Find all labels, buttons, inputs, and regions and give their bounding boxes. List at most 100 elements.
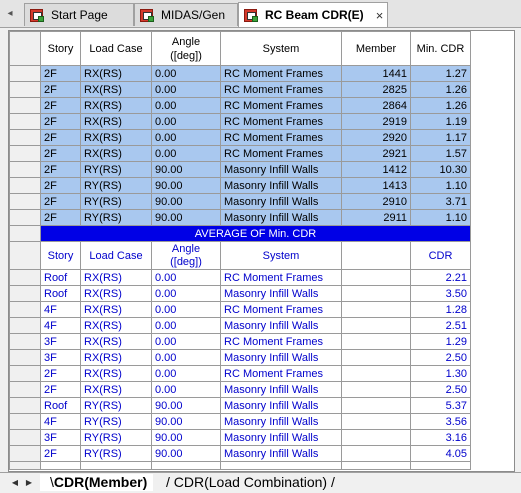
cell-system[interactable]: RC Moment Frames bbox=[220, 129, 342, 146]
column-header-min-cdr[interactable]: Min. CDR bbox=[410, 31, 471, 66]
row-header[interactable] bbox=[9, 285, 41, 302]
table-row[interactable]: 2F RY(RS) 90.00 Masonry Infill Walls 4.05 bbox=[9, 445, 471, 462]
cell-story[interactable]: 2F bbox=[40, 97, 81, 114]
close-icon[interactable]: × bbox=[376, 8, 384, 23]
cell-system[interactable]: RC Moment Frames bbox=[220, 65, 342, 82]
tab-rc-beam-cdr[interactable]: RC Beam CDR(E) × bbox=[238, 2, 388, 27]
cell-member[interactable]: 1413 bbox=[341, 177, 411, 194]
cell-system[interactable]: RC Moment Frames bbox=[220, 301, 342, 318]
cell-cdr[interactable]: 1.19 bbox=[410, 113, 471, 130]
cell-load-case[interactable]: RX(RS) bbox=[80, 145, 152, 162]
cell-load-case[interactable]: RY(RS) bbox=[80, 445, 152, 462]
cell-cdr[interactable]: 1.27 bbox=[410, 65, 471, 82]
cell-member[interactable]: 2864 bbox=[341, 97, 411, 114]
cell-angle[interactable]: 90.00 bbox=[151, 161, 221, 178]
cell-member[interactable] bbox=[341, 365, 411, 382]
row-header[interactable] bbox=[9, 301, 41, 318]
cell-angle[interactable]: 90.00 bbox=[151, 413, 221, 430]
cell-member[interactable] bbox=[341, 285, 411, 302]
table-row[interactable]: 2F RY(RS) 90.00 Masonry Infill Walls 2910 3.7… bbox=[9, 193, 471, 210]
row-header[interactable] bbox=[9, 365, 41, 382]
cell-load-case[interactable]: RY(RS) bbox=[80, 177, 152, 194]
cell-load-case[interactable]: RY(RS) bbox=[80, 193, 152, 210]
cell-system[interactable]: RC Moment Frames bbox=[220, 145, 342, 162]
cell-cdr[interactable]: 10.30 bbox=[410, 161, 471, 178]
cell-member[interactable] bbox=[341, 349, 411, 366]
cell-cdr[interactable]: 1.28 bbox=[410, 301, 471, 318]
cell-cdr[interactable]: 3.50 bbox=[410, 285, 471, 302]
row-header[interactable] bbox=[9, 241, 41, 270]
cell-story[interactable]: 2F bbox=[40, 177, 81, 194]
cell-member[interactable] bbox=[341, 381, 411, 398]
cell-cdr[interactable]: 1.10 bbox=[410, 209, 471, 226]
corner-cell[interactable] bbox=[9, 31, 41, 66]
row-header[interactable] bbox=[9, 129, 41, 146]
cell-angle[interactable]: 0.00 bbox=[151, 113, 221, 130]
cell-cdr[interactable]: 2.21 bbox=[410, 269, 471, 286]
row-header[interactable] bbox=[9, 269, 41, 286]
cell-member[interactable]: 2919 bbox=[341, 113, 411, 130]
cell-member[interactable] bbox=[341, 269, 411, 286]
cell-angle[interactable]: 0.00 bbox=[151, 365, 221, 382]
cell-angle[interactable]: 0.00 bbox=[151, 129, 221, 146]
cell-angle[interactable]: 90.00 bbox=[151, 177, 221, 194]
cell-story[interactable]: 2F bbox=[40, 209, 81, 226]
cell-load-case[interactable]: RX(RS) bbox=[80, 81, 152, 98]
table-row[interactable]: 2F RY(RS) 90.00 Masonry Infill Walls 1412 10.… bbox=[9, 161, 471, 178]
row-header[interactable] bbox=[9, 413, 41, 430]
cell-angle[interactable]: 0.00 bbox=[151, 381, 221, 398]
cell-member[interactable] bbox=[341, 429, 411, 446]
cell-load-case[interactable]: RX(RS) bbox=[80, 285, 152, 302]
cell-angle[interactable]: 90.00 bbox=[151, 445, 221, 462]
sheet-tab-cdr-load-combination[interactable]: / CDR(Load Combination) / bbox=[160, 474, 341, 491]
tab-midas-gen[interactable]: MIDAS/Gen bbox=[134, 3, 238, 26]
cell-system[interactable]: RC Moment Frames bbox=[220, 333, 342, 350]
table-row[interactable]: 2F RX(RS) 0.00 RC Moment Frames 1441 1.27 bbox=[9, 65, 471, 82]
cell-story[interactable]: 3F bbox=[40, 349, 81, 366]
cell-cdr[interactable]: 1.26 bbox=[410, 97, 471, 114]
cell-system[interactable]: Masonry Infill Walls bbox=[220, 349, 342, 366]
table-row[interactable]: 4F RX(RS) 0.00 RC Moment Frames 1.28 bbox=[9, 301, 471, 318]
cell-system[interactable]: Masonry Infill Walls bbox=[220, 317, 342, 334]
cell-story[interactable]: 2F bbox=[40, 365, 81, 382]
cell-angle[interactable]: 0.00 bbox=[151, 145, 221, 162]
cell-system[interactable]: Masonry Infill Walls bbox=[220, 445, 342, 462]
empty-cell[interactable] bbox=[40, 461, 81, 470]
cell-story[interactable]: 2F bbox=[40, 113, 81, 130]
cell-load-case[interactable]: RX(RS) bbox=[80, 65, 152, 82]
cell-story[interactable]: 2F bbox=[40, 129, 81, 146]
table-row[interactable]: 2F RY(RS) 90.00 Masonry Infill Walls 2911 1.1… bbox=[9, 209, 471, 226]
triangle-right-icon[interactable]: ▶ bbox=[24, 477, 34, 489]
cell-story[interactable]: 2F bbox=[40, 445, 81, 462]
row-header[interactable] bbox=[9, 333, 41, 350]
cell-cdr[interactable]: 4.05 bbox=[410, 445, 471, 462]
cell-story[interactable]: 2F bbox=[40, 193, 81, 210]
cell-member[interactable]: 2921 bbox=[341, 145, 411, 162]
cell-load-case[interactable]: RX(RS) bbox=[80, 269, 152, 286]
empty-cell[interactable] bbox=[410, 461, 471, 470]
cell-member[interactable] bbox=[341, 333, 411, 350]
cell-system[interactable]: RC Moment Frames bbox=[220, 97, 342, 114]
cell-system[interactable]: RC Moment Frames bbox=[220, 113, 342, 130]
cell-system[interactable]: RC Moment Frames bbox=[220, 269, 342, 286]
table-row[interactable]: 2F RX(RS) 0.00 RC Moment Frames 2919 1.19 bbox=[9, 113, 471, 130]
table-row[interactable]: 3F RX(RS) 0.00 Masonry Infill Walls 2.50 bbox=[9, 349, 471, 366]
table-row[interactable]: Roof RX(RS) 0.00 RC Moment Frames 2.21 bbox=[9, 269, 471, 286]
cell-member[interactable] bbox=[341, 301, 411, 318]
cell-story[interactable]: 2F bbox=[40, 381, 81, 398]
cell-system[interactable]: RC Moment Frames bbox=[220, 81, 342, 98]
cell-member[interactable] bbox=[341, 445, 411, 462]
cell-load-case[interactable]: RX(RS) bbox=[80, 317, 152, 334]
cell-cdr[interactable]: 5.37 bbox=[410, 397, 471, 414]
cell-member[interactable]: 2910 bbox=[341, 193, 411, 210]
cell-story[interactable]: 2F bbox=[40, 81, 81, 98]
cell-story[interactable]: 3F bbox=[40, 333, 81, 350]
row-header[interactable] bbox=[9, 349, 41, 366]
table-row[interactable]: 2F RX(RS) 0.00 Masonry Infill Walls 2.50 bbox=[9, 381, 471, 398]
column-header-angle[interactable]: Angle ([deg]) bbox=[151, 31, 221, 66]
triangle-left-icon[interactable]: ◀ bbox=[10, 477, 20, 489]
table-row[interactable]: 2F RY(RS) 90.00 Masonry Infill Walls 1413 1.1… bbox=[9, 177, 471, 194]
cell-angle[interactable]: 0.00 bbox=[151, 65, 221, 82]
cell-story[interactable]: 2F bbox=[40, 65, 81, 82]
table-row[interactable]: Roof RY(RS) 90.00 Masonry Infill Walls 5.37 bbox=[9, 397, 471, 414]
